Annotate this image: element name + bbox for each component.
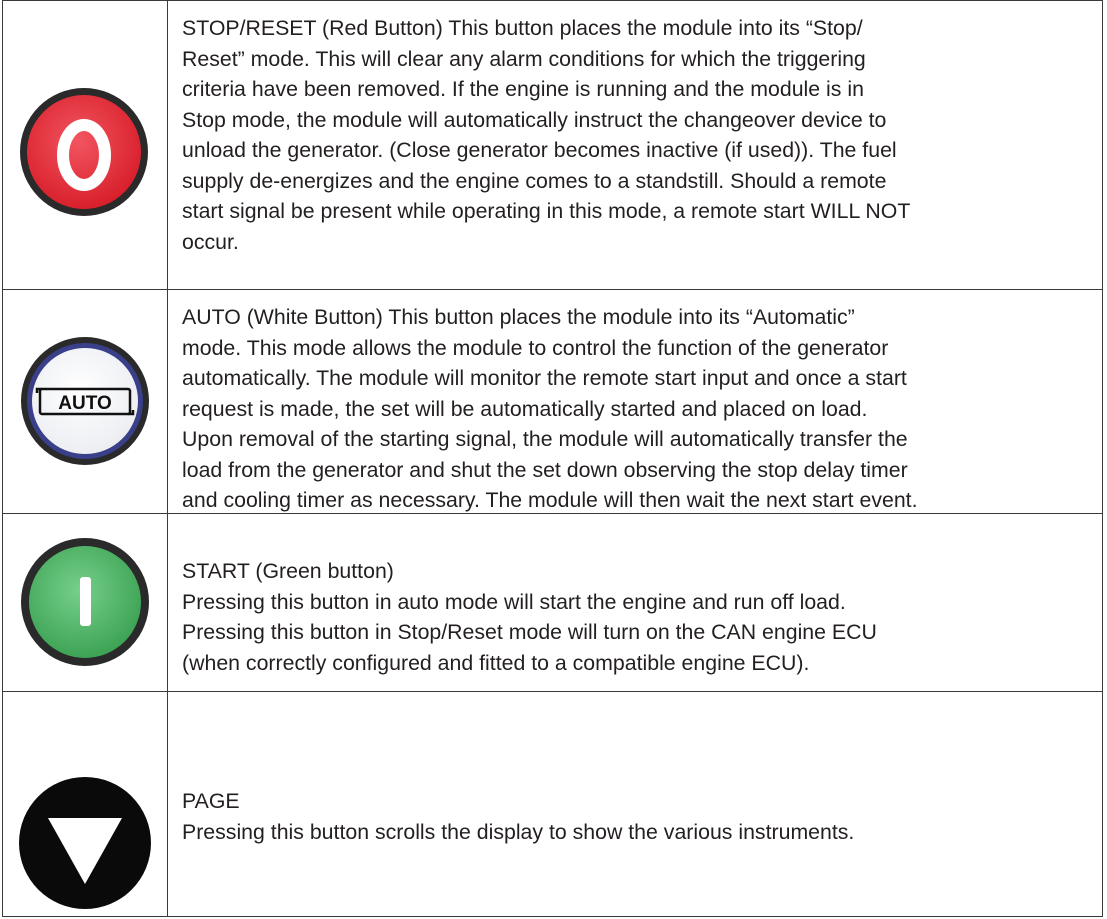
icon-cell: AUTO [3,290,167,514]
table-row-start: START (Green button) Pressing this butto… [3,513,1102,692]
auto-glyph: AUTO [58,393,111,414]
table-row-auto: AUTO AUTO (White Button) This button pla… [3,289,1102,514]
start-button-icon [21,538,149,666]
auto-button-icon: AUTO [21,337,149,465]
table-row-page: PAGE Pressing this button scrolls the di… [3,691,1102,919]
icon-cell [3,514,167,692]
table-row-stop-reset: STOP/RESET (Red Button) This button plac… [3,1,1102,289]
button-description-table: STOP/RESET (Red Button) This button plac… [2,0,1103,917]
icon-cell [3,692,167,919]
icon-cell [3,1,167,289]
stop-reset-button-icon [20,88,148,216]
stop-reset-description: STOP/RESET (Red Button) This button plac… [182,16,911,254]
page-description: PAGE Pressing this button scrolls the di… [182,789,855,844]
start-description: START (Green button) Pressing this butto… [182,559,877,675]
page-button-icon [19,777,151,909]
auto-description: AUTO (White Button) This button places t… [182,305,918,512]
